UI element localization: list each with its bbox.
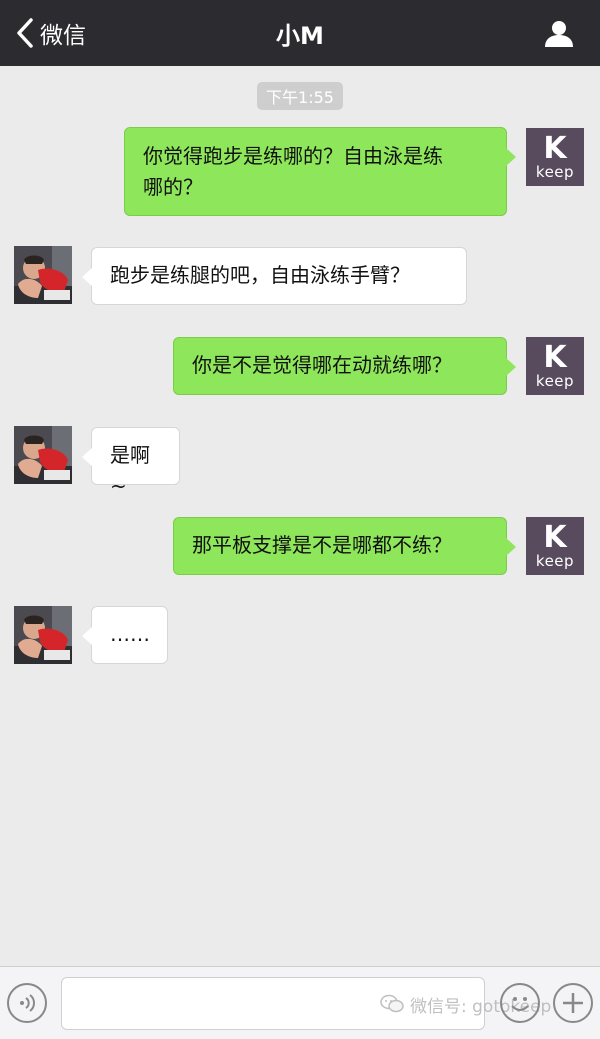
message-line: 你觉得跑步是练哪的？自由泳是练: [143, 144, 443, 168]
profile-icon[interactable]: [544, 20, 574, 48]
message-text: 你是不是觉得哪在动就练哪？: [192, 353, 452, 377]
wechat-logo-icon: [380, 994, 404, 1013]
received-message[interactable]: 是啊~: [82, 427, 180, 498]
keep-logo-word: keep: [535, 371, 575, 390]
bubble-tail: [506, 148, 516, 166]
user-photo: [14, 246, 72, 304]
keep-avatar[interactable]: K keep: [526, 337, 584, 395]
voice-input-button[interactable]: [7, 983, 47, 1023]
bubble-tail: [82, 268, 92, 286]
bubble-tail: [506, 538, 516, 556]
message-line: 哪的？: [143, 175, 203, 199]
keep-avatar[interactable]: K keep: [526, 128, 584, 186]
message-text: 那平板支撑是不是哪都不练？: [192, 533, 452, 557]
bubble-tail: [506, 358, 516, 376]
contact-avatar[interactable]: [14, 246, 72, 304]
keep-logo-letter: K: [543, 130, 567, 166]
sent-message[interactable]: 你是不是觉得哪在动就练哪？: [173, 337, 516, 395]
voice-icon: [20, 994, 35, 1012]
sent-message[interactable]: 那平板支撑是不是哪都不练？: [173, 517, 516, 575]
keep-avatar[interactable]: K keep: [526, 517, 584, 575]
message-list[interactable]: 下午1:55 你觉得跑步是练哪的？自由泳是练 哪的？ K keep 跑步是练腿的…: [0, 66, 600, 966]
contact-avatar[interactable]: [14, 606, 72, 664]
bubble-tail: [82, 627, 92, 645]
navigation-bar: 微信 小M: [0, 0, 600, 66]
contact-avatar[interactable]: [14, 426, 72, 484]
plus-icon: [563, 993, 583, 1013]
smiley-icon: [511, 997, 529, 1011]
message-text: ……: [110, 622, 150, 646]
received-message[interactable]: ……: [82, 606, 168, 664]
user-photo: [14, 606, 72, 664]
emoji-button[interactable]: [500, 983, 540, 1023]
timestamp: 下午1:55: [257, 82, 343, 110]
keep-logo-word: keep: [535, 551, 575, 570]
keep-logo-word: keep: [535, 162, 575, 181]
sent-message[interactable]: 你觉得跑步是练哪的？自由泳是练 哪的？: [124, 127, 516, 216]
input-toolbar: 微信号: gotokeep: [0, 966, 600, 1039]
more-options-button[interactable]: [553, 983, 593, 1023]
user-photo: [14, 426, 72, 484]
message-text: 跑步是练腿的吧，自由泳练手臂？: [110, 263, 410, 287]
received-message[interactable]: 跑步是练腿的吧，自由泳练手臂？: [82, 247, 467, 305]
bubble-tail: [82, 448, 92, 466]
keep-logo-letter: K: [543, 519, 567, 555]
keep-logo-letter: K: [543, 339, 567, 375]
chat-title: 小M: [276, 21, 324, 50]
message-text: 是啊~: [110, 443, 150, 498]
